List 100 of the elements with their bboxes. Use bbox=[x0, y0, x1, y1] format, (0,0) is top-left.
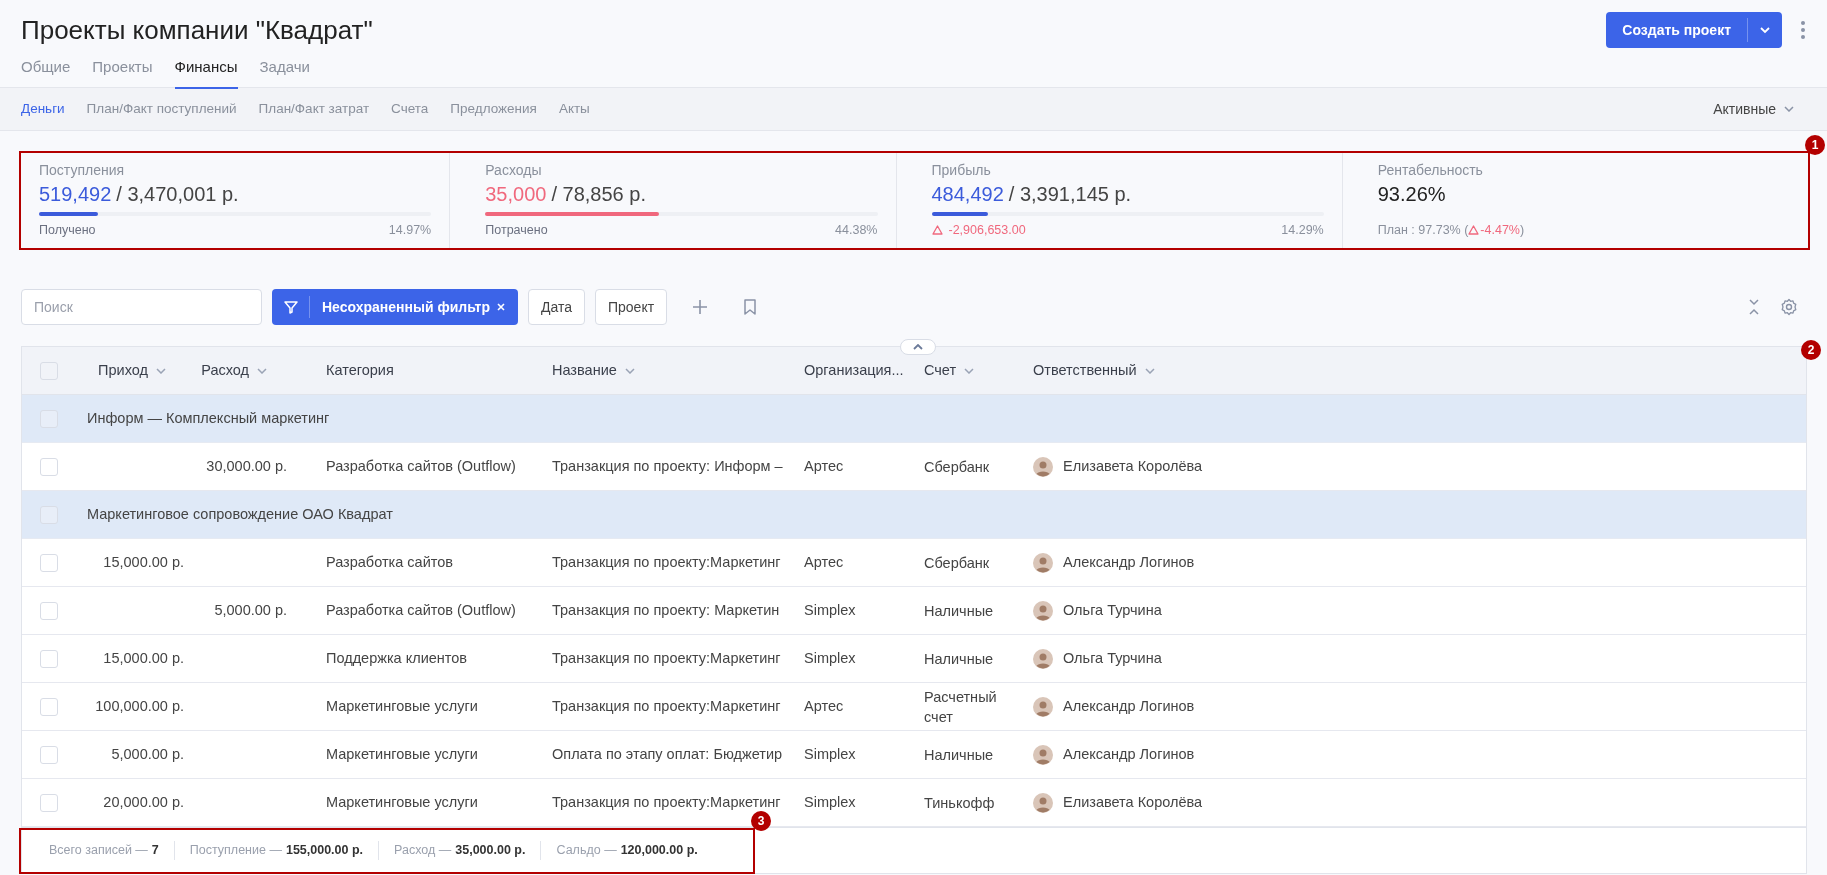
chevron-down-icon bbox=[1784, 106, 1794, 112]
filter-label: Несохраненный фильтр bbox=[321, 297, 491, 317]
table-cell: 30,000.00 р. bbox=[206, 457, 287, 474]
annotation-badge: 1 bbox=[1805, 135, 1825, 155]
table-cell: Маркетинговые услуги bbox=[326, 793, 478, 810]
table-cell: 15,000.00 р. bbox=[103, 553, 184, 570]
collapse-tab[interactable] bbox=[900, 339, 936, 355]
checkbox[interactable] bbox=[40, 457, 58, 476]
subtab[interactable]: Деньги bbox=[21, 98, 65, 120]
column-header[interactable]: Расход bbox=[201, 359, 249, 382]
person-name: Ольга Турчина bbox=[1063, 648, 1162, 668]
stat-percent: 14.97% bbox=[388, 222, 432, 239]
table-cell: Тинькофф bbox=[924, 794, 995, 811]
column-header[interactable]: Счет bbox=[924, 359, 957, 382]
avatar bbox=[1033, 648, 1053, 669]
total-label: Всего записей — bbox=[49, 842, 148, 860]
stat-title: Рентабельность bbox=[1377, 161, 1484, 179]
plan-delta: -4.47% bbox=[1480, 222, 1520, 239]
table-cell: 100,000.00 р. bbox=[95, 697, 184, 714]
table-cell: Транзакция по проекту:Маркетинг bbox=[552, 697, 781, 714]
table-cell: Оплата по этапу оплат: Бюджетир bbox=[552, 745, 783, 762]
checkbox[interactable] bbox=[40, 745, 58, 764]
table-cell: Транзакция по проекту: Информ – bbox=[552, 457, 783, 474]
stat-total: / 3,470,001 р. bbox=[116, 182, 239, 207]
table-cell: Транзакция по проекту: Маркетин bbox=[552, 601, 780, 618]
collapse-icon[interactable] bbox=[1748, 298, 1760, 316]
table-cell: Артес bbox=[804, 553, 844, 570]
column-header[interactable]: Название bbox=[552, 359, 617, 382]
warning-icon bbox=[1468, 225, 1480, 236]
filter-chip[interactable]: Несохраненный фильтр bbox=[272, 289, 518, 325]
stat-value: 35,000 bbox=[485, 182, 547, 207]
caret-icon bbox=[1759, 26, 1771, 34]
checkbox[interactable] bbox=[40, 553, 58, 572]
table-cell: Поддержка клиентов bbox=[326, 649, 468, 666]
checkbox[interactable] bbox=[40, 601, 58, 620]
stat-percent: 14.29% bbox=[1281, 222, 1324, 239]
stat-value: 93.26% bbox=[1377, 182, 1447, 207]
total-value: 120,000.00 р. bbox=[620, 842, 698, 860]
avatar bbox=[1033, 696, 1053, 717]
plan-text: План : 97.73% ( bbox=[1377, 222, 1469, 239]
table-cell: Транзакция по проекту:Маркетинг bbox=[552, 553, 781, 570]
filter-button[interactable]: Дата bbox=[527, 289, 585, 325]
column-header[interactable]: Ответственный bbox=[1033, 359, 1137, 382]
warning-icon bbox=[931, 225, 943, 236]
table-cell: Simplex bbox=[804, 745, 856, 762]
table-cell: Маркетинговые услуги bbox=[326, 697, 478, 714]
status-dropdown[interactable]: Активные bbox=[1713, 98, 1794, 120]
table-cell: Сбербанк bbox=[924, 458, 990, 475]
filter-button[interactable]: Проект bbox=[595, 289, 668, 325]
stat-title: Расходы bbox=[485, 161, 543, 179]
table-cell: Артес bbox=[804, 457, 844, 474]
group-row[interactable]: Маркетинговое сопровождение ОАО Квадрат bbox=[22, 491, 1806, 539]
stat-caption: -2,906,653.00 bbox=[948, 222, 1026, 239]
stat-total: / 78,856 р. bbox=[551, 182, 646, 207]
checkbox[interactable] bbox=[40, 793, 58, 812]
table-cell: Расчетный счет bbox=[924, 688, 997, 725]
table-cell: Артес bbox=[804, 697, 844, 714]
table-cell: Разработка сайтов (Outflow) bbox=[326, 601, 516, 618]
table-cell: Сбербанк bbox=[924, 554, 990, 571]
person-name: Ольга Турчина bbox=[1063, 600, 1162, 620]
group-title: Маркетинговое сопровождение ОАО Квадрат bbox=[87, 504, 393, 524]
person-name: Елизавета Королёва bbox=[1063, 792, 1203, 812]
table-cell: Наличные bbox=[924, 746, 994, 763]
column-header[interactable]: Приход bbox=[98, 359, 148, 382]
group-row[interactable]: Информ — Комплексный маркетинг bbox=[22, 395, 1806, 443]
table-cell: 20,000.00 р. bbox=[103, 793, 184, 810]
total-label: Сальдо — bbox=[556, 842, 617, 860]
column-header[interactable]: Категория bbox=[326, 359, 394, 382]
bookmark-icon[interactable] bbox=[743, 299, 758, 315]
annotation-badge: 2 bbox=[1801, 340, 1821, 360]
table-cell: Маркетинговые услуги bbox=[326, 745, 478, 762]
stat-title: Поступления bbox=[39, 161, 126, 179]
person-name: Елизавета Королёва bbox=[1063, 456, 1203, 476]
filter-icon bbox=[282, 299, 299, 315]
table-cell: 5,000.00 р. bbox=[111, 745, 184, 762]
checkbox[interactable] bbox=[40, 649, 58, 668]
more-icon[interactable] bbox=[1800, 20, 1806, 40]
avatar bbox=[1033, 600, 1053, 621]
stat-caption: Потрачено bbox=[485, 222, 548, 239]
total-value: 35,000.00 р. bbox=[455, 842, 526, 860]
stat-value: 484,492 bbox=[931, 182, 1004, 207]
settings-icon[interactable] bbox=[1780, 298, 1798, 316]
person-name: Александр Логинов bbox=[1063, 696, 1195, 716]
table-cell: Разработка сайтов bbox=[326, 553, 453, 570]
column-header[interactable]: Организация... bbox=[804, 359, 904, 382]
search-field[interactable]: Поиск bbox=[21, 289, 262, 325]
stat-title: Прибыль bbox=[931, 161, 992, 179]
checkbox[interactable] bbox=[40, 361, 58, 380]
avatar bbox=[1033, 792, 1053, 813]
total-value: 7 bbox=[151, 842, 159, 860]
checkbox[interactable] bbox=[40, 697, 58, 716]
person-name: Александр Логинов bbox=[1063, 744, 1195, 764]
table-cell: Simplex bbox=[804, 601, 856, 618]
table-cell: Simplex bbox=[804, 649, 856, 666]
table-cell: 5,000.00 р. bbox=[214, 601, 287, 618]
close-icon[interactable] bbox=[495, 302, 506, 312]
table-cell: Транзакция по проекту:Маркетинг bbox=[552, 649, 781, 666]
add-icon[interactable] bbox=[691, 298, 710, 316]
stat-value: 519,492 bbox=[39, 182, 112, 207]
table-cell: 15,000.00 р. bbox=[103, 649, 184, 666]
